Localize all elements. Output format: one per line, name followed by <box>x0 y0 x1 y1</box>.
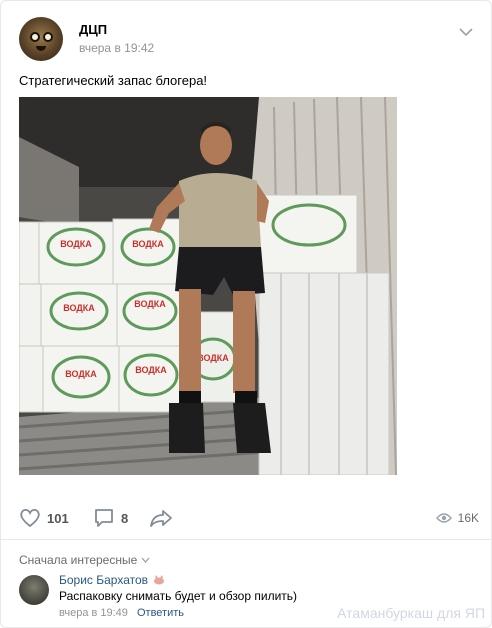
post-header: ДЦП вчера в 19:42 <box>19 17 479 63</box>
box-label: ВОДКА <box>197 353 229 363</box>
box-label: ВОДКА <box>63 303 95 313</box>
like-count: 101 <box>47 510 69 526</box>
comments-sort[interactable]: Сначала интересные <box>19 553 150 567</box>
comment-icon <box>95 509 113 527</box>
post-actions: 101 8 16K <box>19 505 479 531</box>
avatar-eye <box>43 32 53 42</box>
heart-icon <box>20 508 40 528</box>
post-time[interactable]: вчера в 19:42 <box>79 41 154 55</box>
like-button[interactable]: 101 <box>19 505 69 531</box>
box-label: ВОДКА <box>65 369 97 379</box>
chevron-down-icon[interactable] <box>459 27 473 37</box>
comment-button[interactable]: 8 <box>93 505 128 531</box>
post-card: ДЦП вчера в 19:42 Стратегический запас б… <box>0 0 492 628</box>
cat-emoji-icon <box>154 575 165 585</box>
box-label: ВОДКА <box>135 365 167 375</box>
community-avatar[interactable] <box>19 17 63 61</box>
share-button[interactable] <box>149 505 173 531</box>
chevron-down-icon <box>141 557 150 563</box>
comment-text: Распаковку снимать будет и обзор пилить) <box>59 589 298 603</box>
post-photo[interactable]: ВОДКА ВОДКА ВОДКА ВОДКА ВОДКА ВОДКА ВОДК… <box>19 97 397 475</box>
sort-label: Сначала интересные <box>19 553 138 567</box>
avatar-eye <box>30 32 40 42</box>
box-label: ВОДКА <box>134 299 166 309</box>
comment-count: 8 <box>121 510 129 526</box>
avatar-mouth <box>36 46 46 51</box>
divider <box>1 539 492 540</box>
post-author[interactable]: ДЦП <box>79 22 107 37</box>
views-count: 16K <box>457 511 479 525</box>
views-counter: 16K <box>435 505 479 531</box>
commenter-name-row: Борис Бархатов <box>59 573 166 587</box>
commenter-name[interactable]: Борис Бархатов <box>59 573 148 587</box>
eye-icon <box>435 513 452 523</box>
comment-meta: вчера в 19:49 Ответить <box>59 607 184 619</box>
watermark: Атаманбуркаш для ЯП <box>337 605 485 621</box>
photo-illustration: ВОДКА ВОДКА ВОДКА ВОДКА ВОДКА ВОДКА ВОДК… <box>19 97 397 475</box>
reply-link[interactable]: Ответить <box>137 607 184 619</box>
post-text: Стратегический запас блогера! <box>19 73 208 88</box>
comment-time[interactable]: вчера в 19:49 <box>59 607 128 619</box>
commenter-avatar[interactable] <box>19 575 49 605</box>
box-label: ВОДКА <box>60 239 92 249</box>
box-label: ВОДКА <box>132 239 164 249</box>
share-icon <box>150 510 172 527</box>
